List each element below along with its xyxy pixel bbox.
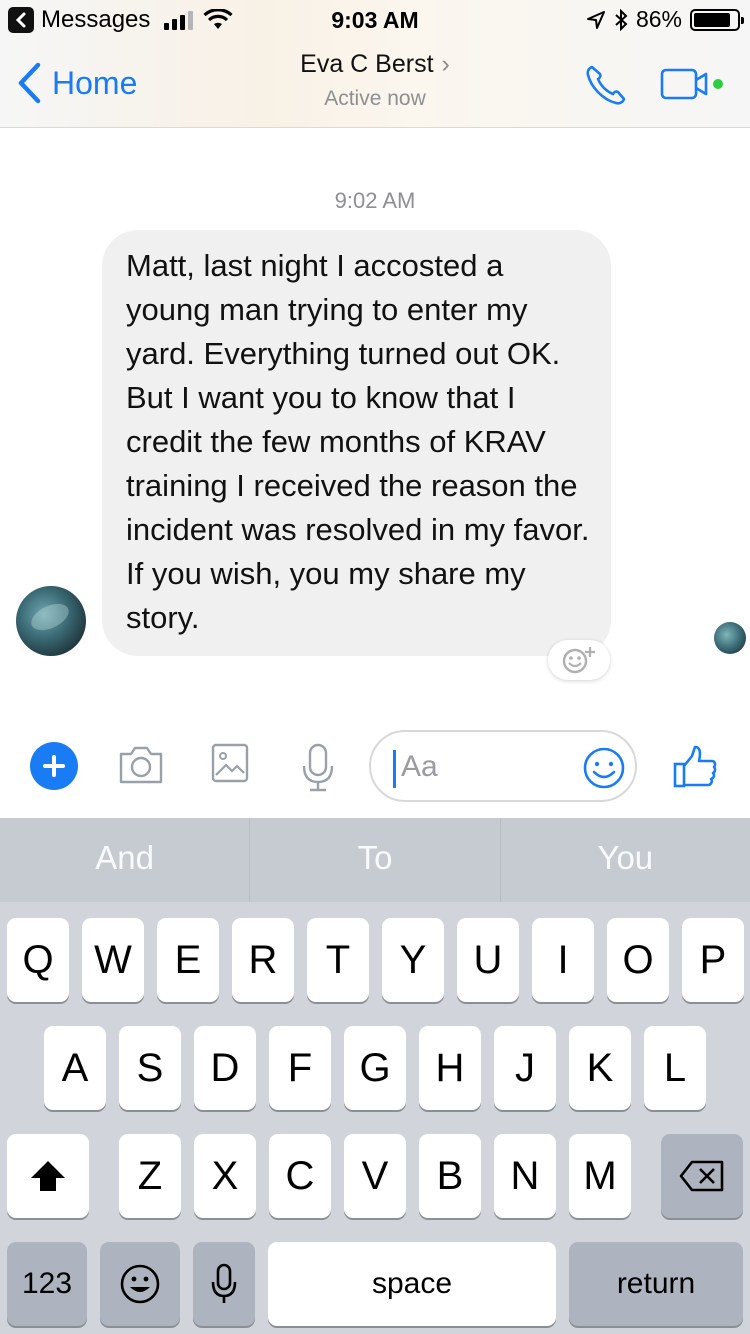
key-g[interactable]: G xyxy=(344,1026,406,1110)
key-j[interactable]: J xyxy=(494,1026,556,1110)
keyboard: And To You Q W E R T Y U I O P A S D F G… xyxy=(0,818,750,1334)
emoji-icon[interactable] xyxy=(581,746,627,790)
plus-icon xyxy=(43,755,65,777)
location-icon xyxy=(586,10,605,29)
key-e[interactable]: E xyxy=(157,918,219,1002)
predictive-bar: And To You xyxy=(0,818,750,902)
key-n[interactable]: N xyxy=(494,1134,556,1218)
key-u[interactable]: U xyxy=(457,918,519,1002)
key-l[interactable]: L xyxy=(644,1026,706,1110)
numbers-key[interactable]: 123 xyxy=(7,1242,87,1326)
key-w[interactable]: W xyxy=(82,918,144,1002)
battery-icon xyxy=(690,8,744,31)
return-key[interactable]: return xyxy=(569,1242,743,1326)
video-call-icon[interactable] xyxy=(660,68,726,100)
composer-bar: Aa xyxy=(0,718,750,818)
add-reaction-button[interactable] xyxy=(548,640,610,680)
backspace-icon xyxy=(679,1160,724,1192)
key-c[interactable]: C xyxy=(269,1134,331,1218)
chevron-right-icon: › xyxy=(441,50,450,78)
key-z[interactable]: Z xyxy=(119,1134,181,1218)
key-r[interactable]: R xyxy=(232,918,294,1002)
emoji-smile-icon xyxy=(120,1264,160,1304)
conversation-header: Messages 9:03 AM 86% Home Eva C Berst › A… xyxy=(0,0,750,128)
thumbs-up-icon[interactable] xyxy=(672,744,718,790)
key-s[interactable]: S xyxy=(119,1026,181,1110)
key-k[interactable]: K xyxy=(569,1026,631,1110)
message-input[interactable]: Aa xyxy=(369,730,637,802)
space-key[interactable]: space xyxy=(268,1242,556,1326)
shift-key[interactable] xyxy=(7,1134,89,1218)
emoji-keyboard-key[interactable] xyxy=(100,1242,180,1326)
suggestion-you[interactable]: You xyxy=(501,818,750,902)
message-input-placeholder: Aa xyxy=(401,750,438,783)
delete-key[interactable] xyxy=(661,1134,743,1218)
bluetooth-icon xyxy=(615,8,628,31)
more-actions-button[interactable] xyxy=(30,742,78,790)
dictation-key[interactable] xyxy=(193,1242,255,1326)
key-i[interactable]: I xyxy=(532,918,594,1002)
microphone-icon[interactable] xyxy=(300,742,336,792)
message-timestamp: 9:02 AM xyxy=(334,188,416,213)
photo-gallery-icon[interactable] xyxy=(210,742,250,784)
key-m[interactable]: M xyxy=(569,1134,631,1218)
key-y[interactable]: Y xyxy=(382,918,444,1002)
phone-call-icon[interactable] xyxy=(584,64,628,106)
battery-percent: 86% xyxy=(635,6,682,32)
contact-info[interactable]: Eva C Berst › Active now xyxy=(0,50,750,111)
status-bar: Messages 9:03 AM 86% xyxy=(0,0,750,40)
shift-arrow-icon xyxy=(31,1161,65,1191)
camera-icon[interactable] xyxy=(117,742,165,786)
key-a[interactable]: A xyxy=(44,1026,106,1110)
key-h[interactable]: H xyxy=(419,1026,481,1110)
contact-name: Eva C Berst xyxy=(300,50,434,78)
key-b[interactable]: B xyxy=(419,1134,481,1218)
text-caret xyxy=(393,750,396,788)
key-d[interactable]: D xyxy=(194,1026,256,1110)
message-bubble[interactable]: Matt, last night I accosted a young man … xyxy=(102,230,611,656)
suggestion-to[interactable]: To xyxy=(250,818,501,902)
key-p[interactable]: P xyxy=(682,918,744,1002)
key-x[interactable]: X xyxy=(194,1134,256,1218)
seen-avatar xyxy=(714,622,746,654)
dictation-mic-icon xyxy=(211,1263,237,1303)
key-v[interactable]: V xyxy=(344,1134,406,1218)
contact-avatar[interactable] xyxy=(16,586,86,656)
key-q[interactable]: Q xyxy=(7,918,69,1002)
presence-status: Active now xyxy=(324,87,426,110)
key-t[interactable]: T xyxy=(307,918,369,1002)
suggestion-and[interactable]: And xyxy=(0,818,251,902)
key-o[interactable]: O xyxy=(607,918,669,1002)
emoji-plus-icon xyxy=(562,647,595,674)
key-f[interactable]: F xyxy=(269,1026,331,1110)
